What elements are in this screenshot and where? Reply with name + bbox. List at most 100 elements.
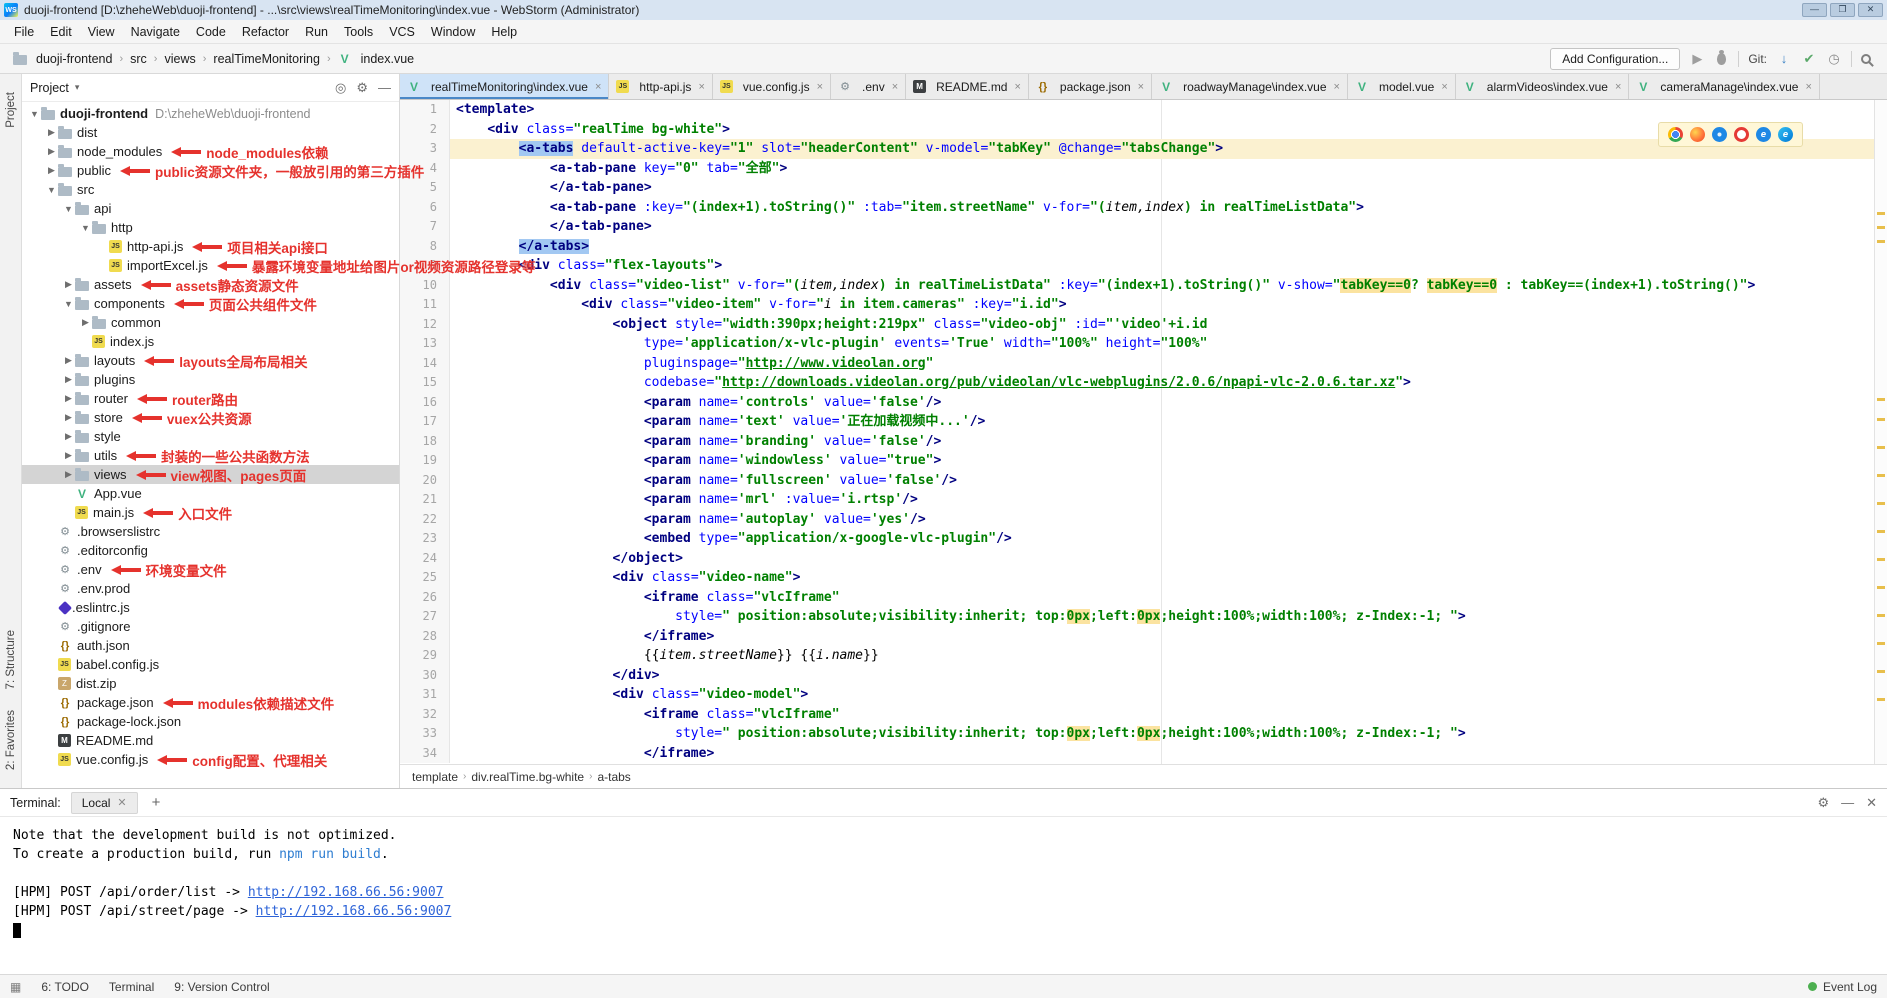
git-update-icon[interactable]: ↓ <box>1776 51 1792 66</box>
line-number[interactable]: 20 <box>400 471 450 491</box>
tree-item-plugins[interactable]: ▶plugins <box>22 370 399 389</box>
tree-item-http[interactable]: ▼http <box>22 218 399 237</box>
tree-item-common[interactable]: ▶common <box>22 313 399 332</box>
menu-vcs[interactable]: VCS <box>381 23 423 41</box>
menu-edit[interactable]: Edit <box>42 23 80 41</box>
ie-icon[interactable]: e <box>1756 127 1771 142</box>
tree-item-src[interactable]: ▼src <box>22 180 399 199</box>
line-number[interactable]: 2 <box>400 120 450 140</box>
line-number[interactable]: 33 <box>400 724 450 744</box>
chrome-icon[interactable] <box>1668 127 1683 142</box>
code-line[interactable]: 18 <param name='branding' value='false'/… <box>400 432 1887 452</box>
line-number[interactable]: 31 <box>400 685 450 705</box>
tree-item-api[interactable]: ▼api <box>22 199 399 218</box>
hide-panel-icon[interactable]: — <box>378 80 391 96</box>
code-line[interactable]: 8 </a-tabs> <box>400 237 1887 257</box>
code-line[interactable]: 22 <param name='autoplay' value='yes'/> <box>400 510 1887 530</box>
opera-icon[interactable] <box>1734 127 1749 142</box>
editor-breadcrumb-item[interactable]: a-tabs <box>597 770 630 784</box>
code-line[interactable]: 23 <embed type="application/x-google-vlc… <box>400 529 1887 549</box>
line-number[interactable]: 24 <box>400 549 450 569</box>
stripe-label-project[interactable]: Project <box>5 92 17 128</box>
line-number[interactable]: 8 <box>400 237 450 257</box>
tree-item-style[interactable]: ▶style <box>22 427 399 446</box>
code-line[interactable]: 28 </iframe> <box>400 627 1887 647</box>
tree-item-store[interactable]: ▶storevuex公共资源 <box>22 408 399 427</box>
line-number[interactable]: 14 <box>400 354 450 374</box>
editor-tab[interactable]: VcameraManage\index.vue× <box>1629 74 1820 99</box>
code-line[interactable]: 1<template> <box>400 100 1887 120</box>
tree-item-duoji-frontend[interactable]: ▼duoji-frontendD:\zheheWeb\duoji-fronten… <box>22 104 399 123</box>
close-icon[interactable]: × <box>1441 81 1447 93</box>
stripe-label[interactable]: 2: Favorites <box>5 710 17 770</box>
tree-item-public[interactable]: ▶publicpublic资源文件夹，一般放引用的第三方插件 <box>22 161 399 180</box>
line-number[interactable]: 16 <box>400 393 450 413</box>
locate-file-icon[interactable]: ◎ <box>335 80 346 96</box>
tree-item-nodemodules[interactable]: ▶node_modulesnode_modules依赖 <box>22 142 399 161</box>
line-number[interactable]: 21 <box>400 490 450 510</box>
line-number[interactable]: 29 <box>400 646 450 666</box>
code-line[interactable]: 12 <object style="width:390px;height:219… <box>400 315 1887 335</box>
line-number[interactable]: 11 <box>400 295 450 315</box>
error-stripe[interactable] <box>1874 100 1887 764</box>
gear-icon[interactable]: ⚙ <box>356 80 368 96</box>
chevron-collapsed-icon[interactable]: ▶ <box>62 450 75 461</box>
menu-refactor[interactable]: Refactor <box>234 23 297 41</box>
breadcrumb-item[interactable]: src <box>127 51 150 67</box>
line-number[interactable]: 18 <box>400 432 450 452</box>
chevron-collapsed-icon[interactable]: ▶ <box>45 165 58 176</box>
code-editor[interactable]: 1<template>2 <div class="realTime bg-whi… <box>400 100 1887 764</box>
close-button[interactable]: ✕ <box>1858 3 1883 17</box>
tree-item-layouts[interactable]: ▶layoutslayouts全局布局相关 <box>22 351 399 370</box>
code-line[interactable]: 27 style=" position:absolute;visibility:… <box>400 607 1887 627</box>
close-icon[interactable]: × <box>1805 81 1811 93</box>
status-item-todo[interactable]: 6: TODO <box>41 980 89 994</box>
tree-item-http-api.js[interactable]: JShttp-api.js项目相关api接口 <box>22 237 399 256</box>
line-number[interactable]: 13 <box>400 334 450 354</box>
chevron-collapsed-icon[interactable]: ▶ <box>62 393 75 404</box>
line-number[interactable]: 23 <box>400 529 450 549</box>
minimize-button[interactable]: — <box>1802 3 1827 17</box>
code-line[interactable]: 24 </object> <box>400 549 1887 569</box>
line-number[interactable]: 6 <box>400 198 450 218</box>
breadcrumb-item[interactable]: duoji-frontend <box>10 51 115 67</box>
project-panel-title[interactable]: Project <box>30 81 69 95</box>
editor-tab[interactable]: JSvue.config.js× <box>713 74 831 99</box>
chevron-collapsed-icon[interactable]: ▶ <box>62 279 75 290</box>
chevron-collapsed-icon[interactable]: ▶ <box>62 355 75 366</box>
line-number[interactable]: 4 <box>400 159 450 179</box>
chevron-collapsed-icon[interactable]: ▶ <box>62 431 75 442</box>
tree-item-dist.zip[interactable]: Zdist.zip <box>22 674 399 693</box>
line-number[interactable]: 26 <box>400 588 450 608</box>
code-line[interactable]: 15 codebase="http://downloads.videolan.o… <box>400 373 1887 393</box>
code-line[interactable]: 19 <param name='windowless' value="true"… <box>400 451 1887 471</box>
maximize-button[interactable]: ❐ <box>1830 3 1855 17</box>
code-line[interactable]: 26 <iframe class="vlcIframe" <box>400 588 1887 608</box>
tree-item-vue.config.js[interactable]: JSvue.config.jsconfig配置、代理相关 <box>22 750 399 769</box>
tree-item-babel.config.js[interactable]: JSbabel.config.js <box>22 655 399 674</box>
close-icon[interactable]: × <box>1615 81 1621 93</box>
editor-tab[interactable]: VrealTimeMonitoring\index.vue× <box>400 74 609 99</box>
code-line[interactable]: 10 <div class="video-list" v-for="(item,… <box>400 276 1887 296</box>
close-icon[interactable]: × <box>1014 81 1020 93</box>
tree-item-package.json[interactable]: {}package.jsonmodules依赖描述文件 <box>22 693 399 712</box>
editor-breadcrumb-item[interactable]: template <box>412 770 458 784</box>
line-number[interactable]: 1 <box>400 100 450 120</box>
tree-item-.env[interactable]: ⚙.env环境变量文件 <box>22 560 399 579</box>
line-number[interactable]: 34 <box>400 744 450 764</box>
line-number[interactable]: 32 <box>400 705 450 725</box>
tree-item-.eslintrc.js[interactable]: .eslintrc.js <box>22 598 399 617</box>
editor-tab[interactable]: ⚙.env× <box>831 74 906 99</box>
code-line[interactable]: 29 {{item.streetName}} {{i.name}} <box>400 646 1887 666</box>
code-line[interactable]: 16 <param name='controls' value='false'/… <box>400 393 1887 413</box>
chevron-expanded-icon[interactable]: ▼ <box>45 185 58 195</box>
minimize-panel-icon[interactable]: — <box>1841 795 1854 811</box>
line-number[interactable]: 5 <box>400 178 450 198</box>
line-number[interactable]: 19 <box>400 451 450 471</box>
editor-tab[interactable]: ValarmVideos\index.vue× <box>1456 74 1630 99</box>
editor-tab[interactable]: Vmodel.vue× <box>1348 74 1456 99</box>
tree-item-components[interactable]: ▼components页面公共组件文件 <box>22 294 399 313</box>
editor-tab[interactable]: {}package.json× <box>1029 74 1152 99</box>
menu-run[interactable]: Run <box>297 23 336 41</box>
tree-item-.browserslistrc[interactable]: ⚙.browserslistrc <box>22 522 399 541</box>
